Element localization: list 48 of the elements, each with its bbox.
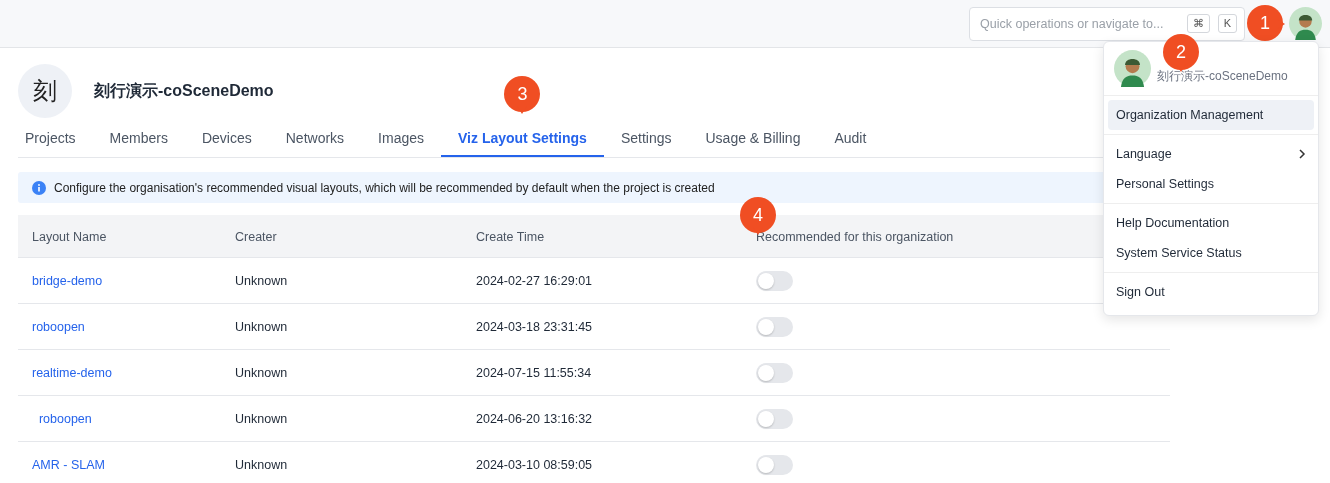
- shortcut-key: ⌘: [1186, 13, 1210, 33]
- tab[interactable]: Members: [92, 122, 185, 157]
- table-cell: Unknown: [235, 319, 288, 334]
- tab[interactable]: Settings: [603, 122, 689, 157]
- layout-link[interactable]: roboopen: [32, 319, 85, 334]
- tab[interactable]: Devices: [184, 122, 269, 157]
- toggle-switch[interactable]: [756, 316, 793, 337]
- organization-name: 刻行演示-coSceneDemo: [1157, 69, 1288, 83]
- table-cell: 2024-03-18 23:31:45: [476, 319, 593, 334]
- toggle-switch[interactable]: [756, 362, 793, 383]
- menu-item[interactable]: System Service Status: [1108, 238, 1314, 268]
- info-text: Configure the organisation's recommended visual layouts, which will be recommended by default when the project is created: [54, 180, 715, 195]
- tab[interactable]: Usage & Billing: [688, 122, 818, 157]
- user-avatar[interactable]: [1289, 7, 1322, 40]
- table-cell: Unknown: [235, 457, 288, 472]
- table-cell: Unknown: [235, 273, 288, 288]
- user-avatar: [1114, 50, 1151, 87]
- menu-item[interactable]: Sign Out: [1108, 277, 1314, 307]
- column-header: Recommended for this organization: [756, 230, 954, 244]
- layout-link[interactable]: roboopen: [32, 411, 92, 426]
- shortcut-key: K: [1217, 13, 1237, 33]
- menu-item[interactable]: Organization Management: [1108, 100, 1314, 130]
- table-cell: 2024-02-27 16:29:01: [476, 273, 593, 288]
- tab[interactable]: Projects: [18, 122, 93, 157]
- menu-item[interactable]: Language: [1108, 139, 1314, 169]
- column-header: Create Time: [476, 230, 545, 244]
- tab[interactable]: Images: [361, 122, 441, 157]
- table-cell: 2024-03-10 08:59:05: [476, 457, 593, 472]
- table-cell: 2024-06-20 13:16:32: [476, 411, 593, 426]
- table-cell: Unknown: [235, 411, 288, 426]
- toggle-switch[interactable]: [756, 408, 793, 429]
- toggle-switch[interactable]: [756, 270, 793, 291]
- table-cell: 2024-07-15 11:55:34: [476, 365, 592, 380]
- column-header: Creater: [235, 230, 277, 244]
- layout-link[interactable]: bridge-demo: [32, 273, 103, 288]
- tab[interactable]: Audit: [817, 122, 884, 157]
- organization-avatar: 刻: [18, 64, 72, 118]
- menu-item[interactable]: Personal Settings: [1108, 169, 1314, 199]
- table-cell: Unknown: [235, 365, 288, 380]
- toggle-switch[interactable]: [756, 454, 793, 475]
- column-header: Layout Name: [32, 230, 107, 244]
- layout-link[interactable]: realtime-demo: [32, 365, 112, 380]
- organization-name: 刻行演示-coSceneDemo: [94, 80, 274, 101]
- menu-item[interactable]: Help Documentation: [1108, 208, 1314, 238]
- tab[interactable]: Viz Layout Settings: [441, 122, 604, 157]
- info-icon: [32, 180, 46, 195]
- tab[interactable]: Networks: [268, 122, 362, 157]
- layout-link[interactable]: AMR - SLAM: [32, 457, 105, 472]
